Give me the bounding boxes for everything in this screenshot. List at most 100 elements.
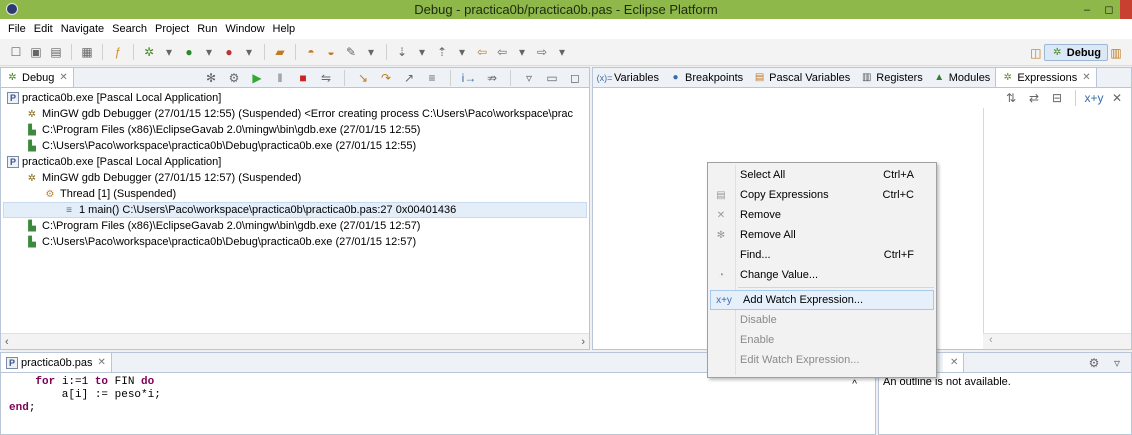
outline-menu-icon[interactable]: ⚙ xyxy=(1086,355,1102,371)
forward-icon[interactable]: ⇨ xyxy=(534,44,550,60)
view-menu-icon[interactable]: ▿ xyxy=(1109,355,1125,371)
print-icon[interactable]: ▤ xyxy=(48,44,64,60)
terminate-icon[interactable]: ■ xyxy=(295,70,311,86)
chevron-down-icon[interactable]: ▾ xyxy=(414,44,430,60)
drop-to-frame-icon[interactable]: ≡ xyxy=(424,70,440,86)
menu-search[interactable]: Search xyxy=(108,23,151,35)
remove-terminated-icon[interactable]: ✻ xyxy=(203,70,219,86)
maximize-view-icon[interactable]: ◻ xyxy=(567,70,583,86)
tab-breakpoints[interactable]: ● Breakpoints xyxy=(664,68,748,87)
tab-variables[interactable]: (x)= Variables xyxy=(593,68,664,87)
chevron-down-icon[interactable]: ▾ xyxy=(161,44,177,60)
menu-item-add-watch-expression[interactable]: x+y Add Watch Expression... xyxy=(710,290,934,310)
menu-edit[interactable]: Edit xyxy=(30,23,57,35)
tab-expressions[interactable]: ✲ Expressions ✕ xyxy=(995,68,1097,87)
menu-run[interactable]: Run xyxy=(193,23,221,35)
menu-item-select-all[interactable]: Select All Ctrl+A xyxy=(708,165,936,185)
chevron-down-icon[interactable]: ▾ xyxy=(241,44,257,60)
tree-row[interactable]: ✲ MinGW gdb Debugger (27/01/15 12:57) (Su… xyxy=(3,170,587,186)
menu-item-find[interactable]: Find... Ctrl+F xyxy=(708,245,936,265)
debug-run-icon[interactable]: ✲ xyxy=(141,44,157,60)
menu-item-remove-all[interactable]: ✻ Remove All xyxy=(708,225,936,245)
tab-practica0b-pas[interactable]: P practica0b.pas ✕ xyxy=(1,353,112,372)
open-type-icon[interactable]: ◓ xyxy=(303,44,319,60)
save-icon[interactable]: ▣ xyxy=(28,44,44,60)
pascal-perspective-icon[interactable]: ▥ xyxy=(1108,45,1124,61)
debug-perspective-button[interactable]: ✲ Debug xyxy=(1043,44,1108,61)
suspend-icon[interactable]: ‖ xyxy=(272,70,288,86)
close-icon[interactable]: ✕ xyxy=(98,357,106,368)
menu-project[interactable]: Project xyxy=(151,23,193,35)
step-over-icon[interactable]: ↷ xyxy=(378,70,394,86)
tab-modules[interactable]: ▲ Modules xyxy=(928,68,996,87)
last-edit-icon[interactable]: ⇦ xyxy=(474,44,490,60)
menu-help[interactable]: Help xyxy=(269,23,300,35)
binary-icon[interactable]: ▦ xyxy=(79,44,95,60)
disconnect-icon[interactable]: ⇋ xyxy=(318,70,334,86)
chevron-down-icon[interactable]: ▾ xyxy=(514,44,530,60)
scroll-left-icon[interactable]: ‹ xyxy=(5,336,9,348)
open-perspective-icon[interactable]: ◫ xyxy=(1028,45,1044,61)
tree-row[interactable]: ▙ C:\Program Files (x86)\EclipseGavab 2.0… xyxy=(3,122,587,138)
chevron-down-icon[interactable]: ▾ xyxy=(454,44,470,60)
use-step-filters-icon[interactable]: ⇏ xyxy=(484,70,500,86)
chevron-down-icon[interactable]: ▾ xyxy=(201,44,217,60)
menu-item-edit-watch-expression[interactable]: Edit Watch Expression... xyxy=(708,350,936,370)
tab-pascal-variables[interactable]: ▤ Pascal Variables xyxy=(748,68,855,87)
code-editor[interactable]: for i:=1 to FIN do a[i] := peso*i; end; xyxy=(1,374,875,434)
next-annotation-icon[interactable]: ⇣ xyxy=(394,44,410,60)
menu-item-enable[interactable]: Enable xyxy=(708,330,936,350)
tree-row[interactable]: ≡ 1 main() C:\Users\Paco\workspace\practi… xyxy=(3,202,587,218)
show-type-names-icon[interactable]: ⇅ xyxy=(1003,90,1019,106)
step-return-icon[interactable]: ↗ xyxy=(401,70,417,86)
close-icon[interactable]: ✕ xyxy=(950,357,958,368)
prev-annotation-icon[interactable]: ⇡ xyxy=(434,44,450,60)
horizontal-scrollbar[interactable]: ‹ › xyxy=(1,333,589,349)
close-icon[interactable]: ✕ xyxy=(59,72,67,83)
pascal-icon[interactable]: ƒ xyxy=(110,44,126,60)
run-icon[interactable]: ● xyxy=(181,44,197,60)
close-icon[interactable]: ✕ xyxy=(1082,72,1090,83)
close-button[interactable] xyxy=(1120,0,1132,19)
scroll-right-icon[interactable]: › xyxy=(581,336,585,348)
tree-row[interactable]: ✲ MinGW gdb Debugger (27/01/15 12:55) (Su… xyxy=(3,106,587,122)
add-watch-icon[interactable]: x+y xyxy=(1085,90,1104,106)
tree-row[interactable]: Ppractica0b.exe [Pascal Local Applicatio… xyxy=(3,90,587,106)
tree-row[interactable]: ▙ C:\Users\Paco\workspace\practica0b\Debu… xyxy=(3,138,587,154)
menu-file[interactable]: File xyxy=(4,23,30,35)
tab-registers[interactable]: ▥ Registers xyxy=(855,68,927,87)
tree-row[interactable]: ▙ C:\Program Files (x86)\EclipseGavab 2.0… xyxy=(3,218,587,234)
minimize-button[interactable]: – xyxy=(1076,0,1098,19)
back-icon[interactable]: ⇦ xyxy=(494,44,510,60)
chevron-down-icon[interactable]: ▾ xyxy=(554,44,570,60)
menu-window[interactable]: Window xyxy=(221,23,268,35)
connect-icon[interactable]: ⚙ xyxy=(226,70,242,86)
tab-debug[interactable]: ✲ Debug ✕ xyxy=(1,68,74,87)
external-tools-icon[interactable]: ● xyxy=(221,44,237,60)
menu-item-change-value[interactable]: ◔ Change Value... xyxy=(708,265,936,285)
tree-row[interactable]: ⚙ Thread [1] (Suspended) xyxy=(3,186,587,202)
tree-row[interactable]: ▙ C:\Users\Paco\workspace\practica0b\Debu… xyxy=(3,234,587,250)
minimize-view-icon[interactable]: ▭ xyxy=(544,70,560,86)
open-resource-icon[interactable]: ◒ xyxy=(323,44,339,60)
detail-scrollbar[interactable]: ‹ xyxy=(983,333,1131,349)
step-into-icon[interactable]: ↘ xyxy=(355,70,371,86)
tree-row[interactable]: Ppractica0b.exe [Pascal Local Applicatio… xyxy=(3,154,587,170)
instruction-stepping-icon[interactable]: i→ xyxy=(461,70,477,86)
chevron-down-icon[interactable]: ▾ xyxy=(363,44,379,60)
collapse-all-icon[interactable]: ⊟ xyxy=(1049,90,1065,106)
resume-icon[interactable]: ▶ xyxy=(249,70,265,86)
view-menu-icon[interactable]: ▿ xyxy=(521,70,537,86)
new-icon[interactable]: ☐ xyxy=(8,44,24,60)
scroll-up-icon[interactable]: ^ xyxy=(852,379,857,390)
menu-item-copy-expressions[interactable]: ▤ Copy Expressions Ctrl+C xyxy=(708,185,936,205)
remove-icon[interactable]: ✕ xyxy=(1109,90,1125,106)
menu-item-remove[interactable]: ✕ Remove xyxy=(708,205,936,225)
maximize-button[interactable]: ◻ xyxy=(1098,0,1120,19)
menu-navigate[interactable]: Navigate xyxy=(57,23,108,35)
show-logical-structure-icon[interactable]: ⇄ xyxy=(1026,90,1042,106)
tab-outline[interactable]: ✕ xyxy=(943,353,965,372)
menu-item-disable[interactable]: Disable xyxy=(708,310,936,330)
open-folder-icon[interactable]: ▰ xyxy=(272,44,288,60)
pen-icon[interactable]: ✎ xyxy=(343,44,359,60)
